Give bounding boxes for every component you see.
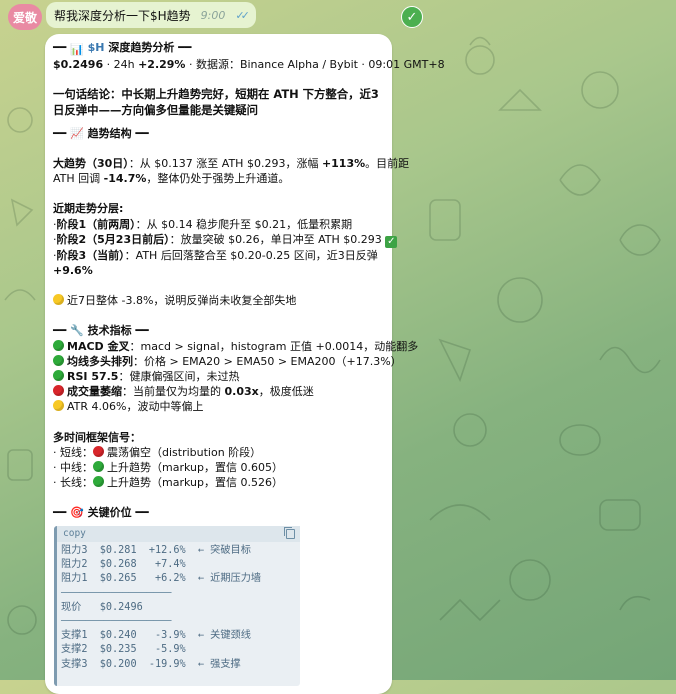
resistance-1-row: 阻力1 $0.265 +6.2% ← 近期压力墙 xyxy=(61,573,262,585)
code-rows: 阻力3 $0.281 +12.6% ← 突破目标 阻力2 $0.268 +7.4… xyxy=(57,542,300,672)
user-avatar[interactable]: 爱敬 xyxy=(8,4,42,30)
green-circle-icon xyxy=(93,461,104,473)
conclusion-text: 一句话结论：中长期上升趋势完好，短期在 ATH 下方整合，近3日反弹中——方向偏… xyxy=(53,87,379,117)
user-message-bubble[interactable]: 帮我深度分析一下$H趋势 9:00 ✓✓ xyxy=(46,2,256,28)
stage-2: ·阶段2（5月23日前后）：放量突破 $0.26，单日冲至 ATH $0.293… xyxy=(53,232,398,248)
green-circle-icon xyxy=(53,339,64,351)
big-trend-paragraph: 大趋势（30日）：从 $0.137 涨至 ATH $0.293，涨幅 +113%… xyxy=(53,157,410,186)
read-ticks-icon: ✓✓ xyxy=(235,8,250,22)
code-divider: ────────────────── xyxy=(61,615,172,627)
indicator-ema: 均线多头排列：价格 > EMA20 > EMA50 > EMA200（+17.3… xyxy=(53,354,402,369)
timeframe-label: 多时间框架信号： xyxy=(53,430,141,444)
stage-3: ·阶段3（当前）：ATH 后回落整合至 $0.20-0.25 区间，近3日反弹 xyxy=(53,248,378,262)
green-circle-icon xyxy=(53,370,64,382)
key-levels-code-block[interactable]: copy 阻力3 $0.281 +12.6% ← 突破目标 阻力2 $0.268… xyxy=(54,526,300,686)
stage-3-pct: +9.6% xyxy=(53,264,93,278)
copy-icon[interactable] xyxy=(284,527,295,539)
code-block-header: copy xyxy=(57,526,300,542)
analysis-title: ━━ 📊 $H 深度趋势分析 ━━ xyxy=(53,41,192,56)
yellow-circle-icon xyxy=(53,294,64,306)
resistance-3-row: 阻力3 $0.281 +12.6% ← 突破目标 xyxy=(61,545,251,556)
copy-label[interactable]: copy xyxy=(63,528,86,539)
bar-chart-icon: 📊 xyxy=(70,43,84,56)
section-trend-structure: ━━ 📈 趋势结构 ━━ xyxy=(53,126,149,140)
code-divider: ────────────────── xyxy=(61,587,172,599)
support-2-row: 支撑2 $0.235 -5.9% xyxy=(61,644,186,656)
red-circle-icon xyxy=(53,385,64,397)
user-message-text: 帮我深度分析一下$H趋势 xyxy=(54,8,191,23)
indicator-macd: MACD 金叉：macd > signal，histogram 正值 +0.00… xyxy=(53,339,418,354)
check-badge-icon: ✓ xyxy=(401,6,423,28)
support-3-row: 支撑3 $0.200 -19.9% ← 强支撑 xyxy=(61,658,241,670)
current-price-row: 现价 $0.2496 xyxy=(61,601,143,613)
check-mark-icon: ✓ xyxy=(385,235,398,248)
indicator-atr: ATR 4.06%，波动中等偏上 xyxy=(53,399,388,414)
price-line: $0.2496 · 24h +2.29% · 数据源：Binance Alpha… xyxy=(53,58,445,72)
timeframe-long: · 长线： 上升趋势（markup，置信 0.526） xyxy=(53,476,283,490)
yellow-circle-icon xyxy=(53,400,64,412)
stage-1: ·阶段1（前两周）：从 $0.14 稳步爬升至 $0.21，低量积累期 xyxy=(53,217,353,231)
message-time: 9:00 xyxy=(200,8,226,22)
resistance-2-row: 阻力2 $0.268 +7.4% xyxy=(61,559,186,571)
seven-day-summary: 近7日整体 -3.8%，说明反弹尚未收复全部失地 xyxy=(53,293,388,308)
bot-message-bubble[interactable]: ━━ 📊 $H 深度趋势分析 ━━ $0.2496 · 24h +2.29% ·… xyxy=(45,34,445,694)
timeframe-mid: · 中线： 上升趋势（markup，置信 0.605） xyxy=(53,461,283,475)
support-1-row: 支撑1 $0.240 -3.9% ← 关键颈线 xyxy=(61,630,251,642)
section-key-levels: ━━ 🎯 关键价位 ━━ xyxy=(53,506,149,520)
red-circle-icon xyxy=(93,445,104,457)
section-indicators: ━━ 🔧 技术指标 ━━ xyxy=(53,324,149,338)
ticker-link[interactable]: $H xyxy=(88,41,105,54)
timeframe-short: · 短线： 震荡偏空（distribution 阶段） xyxy=(53,445,262,459)
indicator-rsi: RSI 57.5：健康偏强区间，未过热 xyxy=(53,369,388,384)
recent-trend-label: 近期走势分层: xyxy=(53,202,124,216)
green-circle-icon xyxy=(93,476,104,488)
green-circle-icon xyxy=(53,354,64,366)
analysis-content: ━━ 📊 $H 深度趋势分析 ━━ $0.2496 · 24h +2.29% ·… xyxy=(53,40,445,521)
indicator-volume: 成交量萎缩：当前量仅为均量的 0.03x，极度低迷 xyxy=(53,384,388,399)
